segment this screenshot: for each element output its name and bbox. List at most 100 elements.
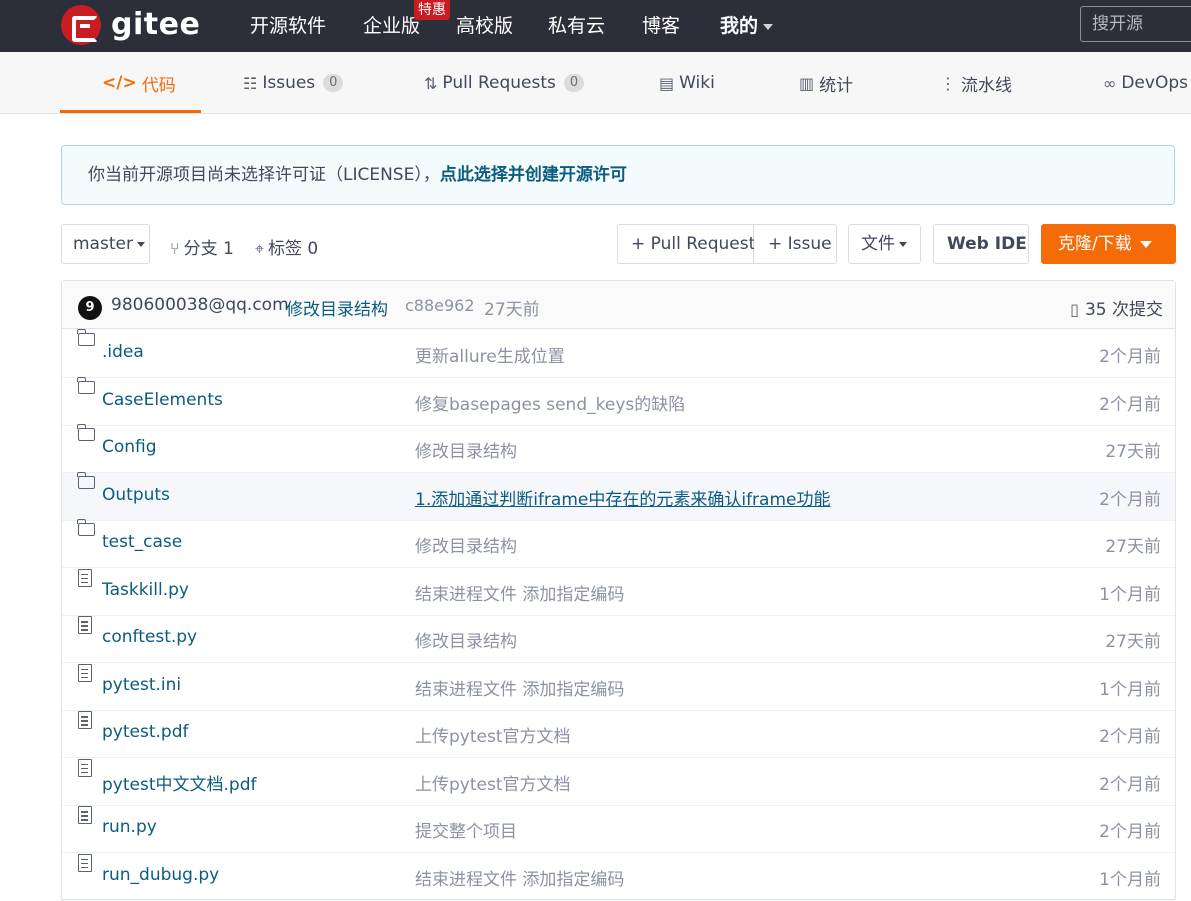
table-row[interactable]: pytest.ini 结束进程文件 添加指定编码 1个月前 <box>62 663 1175 711</box>
folder-icon <box>77 376 95 394</box>
tab-code-label: 代码 <box>141 75 176 96</box>
tab-pipeline[interactable]: ⋮ 流水线 <box>940 52 1012 114</box>
tab-devops[interactable]: ∞ DevOps <box>1103 52 1188 114</box>
branch-select-label: master <box>73 234 133 254</box>
choose-license-link[interactable]: 点此选择并创建开源许可 <box>440 165 627 185</box>
nav-education[interactable]: 高校版 <box>456 14 513 38</box>
file-menu-button[interactable]: 文件 <box>848 224 921 264</box>
file-menu-label: 文件 <box>861 234 895 254</box>
tab-stats-label: 统计 <box>819 75 854 96</box>
clone-download-button[interactable]: 克隆/下载 <box>1041 224 1176 264</box>
repo-tab-bar: </> 代码 ☷ Issues 0 ⇅ Pull Requests 0 ▤ Wi… <box>0 52 1191 114</box>
file-name-link[interactable]: test_case <box>102 532 182 552</box>
tab-code[interactable]: </> 代码 <box>102 52 176 114</box>
table-row[interactable]: run.py 提交整个项目 2个月前 <box>62 805 1175 853</box>
nav-mine[interactable]: 我的 <box>720 14 774 38</box>
commit-message[interactable]: 修改目录结构 <box>286 295 388 320</box>
file-name-link[interactable]: run_dubug.py <box>102 865 219 885</box>
commit-author[interactable]: 980600038@qq.com <box>111 295 289 315</box>
folder-icon <box>77 471 95 489</box>
tab-issues-label: Issues <box>262 73 316 93</box>
file-commit-message[interactable]: 结束进程文件 添加指定编码 <box>415 580 624 605</box>
file-commit-message[interactable]: 上传pytest官方文档 <box>415 770 571 795</box>
file-icon <box>78 663 92 682</box>
file-updated-time: 1个月前 <box>1099 584 1161 605</box>
file-name-link[interactable]: run.py <box>102 817 157 837</box>
web-ide-button[interactable]: Web IDE <box>933 224 1029 264</box>
tab-wiki[interactable]: ▤ Wiki <box>659 52 715 114</box>
file-updated-time: 2个月前 <box>1099 727 1161 747</box>
file-commit-message[interactable]: 更新allure生成位置 <box>415 342 565 367</box>
pull-request-icon: ⇅ <box>424 73 438 93</box>
tab-devops-label: DevOps <box>1121 73 1188 93</box>
file-commit-message[interactable]: 1.添加通过判断iframe中存在的元素来确认iframe功能 <box>415 485 831 510</box>
logo-text: gitee <box>111 7 201 42</box>
file-name-link[interactable]: pytest.pdf <box>102 722 188 742</box>
file-name-link[interactable]: Outputs <box>102 485 170 505</box>
issues-icon: ☷ <box>243 73 258 93</box>
hot-badge: 特惠 <box>414 0 450 20</box>
nav-open-source[interactable]: 开源软件 <box>250 14 326 38</box>
branches-label: 分支 1 <box>183 239 234 259</box>
chevron-down-icon <box>1139 240 1152 248</box>
tab-stats[interactable]: ▥ 统计 <box>799 52 853 114</box>
tags-label: 标签 0 <box>268 239 319 259</box>
file-updated-time: 2个月前 <box>1099 774 1161 795</box>
file-icon <box>78 758 92 777</box>
file-commit-message[interactable]: 修改目录结构 <box>415 627 517 652</box>
search-input[interactable]: 搜开源 <box>1080 6 1191 42</box>
nav-private-cloud[interactable]: 私有云 <box>548 14 605 38</box>
file-commit-message[interactable]: 上传pytest官方文档 <box>415 722 571 747</box>
branch-select[interactable]: master <box>61 224 150 264</box>
gitee-logo-icon <box>61 5 101 45</box>
table-row[interactable]: pytest中文文档.pdf 上传pytest官方文档 2个月前 <box>62 758 1175 806</box>
file-name-link[interactable]: .idea <box>102 342 144 362</box>
nav-enterprise[interactable]: 企业版 <box>363 14 420 38</box>
table-row[interactable]: pytest.pdf 上传pytest官方文档 2个月前 <box>62 710 1175 758</box>
commit-hash[interactable]: c88e962 <box>405 296 475 315</box>
file-updated-time: 27天前 <box>1105 537 1161 557</box>
file-commit-message[interactable]: 修改目录结构 <box>415 437 517 462</box>
folder-icon <box>77 424 95 441</box>
branches-link[interactable]: ⑂ 分支 1 <box>170 234 234 259</box>
file-name-link[interactable]: CaseElements <box>102 390 223 410</box>
file-commit-message[interactable]: 修改目录结构 <box>415 532 517 557</box>
tag-icon: ⌖ <box>255 239 265 258</box>
file-icon <box>78 853 92 872</box>
pipeline-icon: ⋮ <box>940 73 956 93</box>
commit-count-label: 35 次提交 <box>1084 300 1163 320</box>
file-commit-message[interactable]: 提交整个项目 <box>415 817 517 842</box>
table-row[interactable]: CaseElements 修复basepages send_keys的缺陷 2个月前 <box>62 376 1175 426</box>
tags-link[interactable]: ⌖ 标签 0 <box>255 234 318 259</box>
pull-requests-count-badge: 0 <box>563 74 585 92</box>
stats-icon: ▥ <box>799 73 815 93</box>
commit-count-link[interactable]: ▯ 35 次提交 <box>1070 295 1163 320</box>
table-row[interactable]: Taskkill.py 结束进程文件 添加指定编码 1个月前 <box>62 568 1175 616</box>
file-name-link[interactable]: Config <box>102 437 157 457</box>
new-pull-request-button[interactable]: + Pull Request <box>617 224 755 264</box>
file-updated-time: 1个月前 <box>1099 869 1161 890</box>
tab-pull-requests[interactable]: ⇅ Pull Requests 0 <box>424 52 585 114</box>
table-row[interactable]: Config 修改目录结构 27天前 <box>62 424 1175 473</box>
new-issue-button[interactable]: + Issue <box>754 224 837 264</box>
file-commit-message[interactable]: 结束进程文件 添加指定编码 <box>415 865 624 890</box>
table-row[interactable]: Outputs 1.添加通过判断iframe中存在的元素来确认iframe功能 2个… <box>62 471 1175 521</box>
avatar[interactable]: 9 <box>78 296 102 320</box>
file-commit-message[interactable]: 结束进程文件 添加指定编码 <box>415 675 624 700</box>
table-row[interactable]: test_case 修改目录结构 27天前 <box>62 519 1175 568</box>
file-commit-message[interactable]: 修复basepages send_keys的缺陷 <box>415 390 685 415</box>
file-name-link[interactable]: conftest.py <box>102 627 197 647</box>
file-name-link[interactable]: pytest.ini <box>102 675 181 695</box>
tab-issues[interactable]: ☷ Issues 0 <box>243 52 344 114</box>
file-name-link[interactable]: pytest中文文档.pdf <box>102 770 256 795</box>
file-updated-time: 2个月前 <box>1099 822 1161 842</box>
file-name-link[interactable]: Taskkill.py <box>102 580 189 600</box>
table-row[interactable]: run_dubug.py 结束进程文件 添加指定编码 1个月前 <box>62 853 1175 901</box>
gitee-logo[interactable]: gitee <box>61 5 200 45</box>
file-updated-time: 1个月前 <box>1099 679 1161 700</box>
table-row[interactable]: .idea 更新allure生成位置 2个月前 <box>62 329 1175 378</box>
table-row[interactable]: conftest.py 修改目录结构 27天前 <box>62 615 1175 663</box>
nav-blog[interactable]: 博客 <box>642 14 680 38</box>
file-updated-time: 2个月前 <box>1099 394 1161 415</box>
wiki-icon: ▤ <box>659 73 675 93</box>
